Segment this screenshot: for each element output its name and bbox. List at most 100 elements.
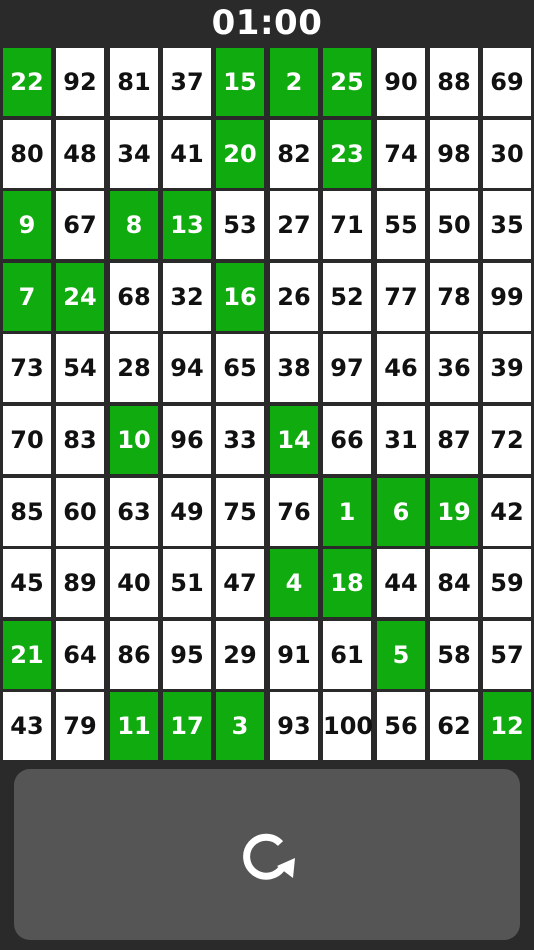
grid-cell[interactable]: 54 (56, 334, 104, 402)
grid-cell[interactable]: 38 (270, 334, 318, 402)
grid-cell-found[interactable]: 16 (216, 263, 264, 331)
grid-cell[interactable]: 40 (110, 549, 158, 617)
grid-cell-found[interactable]: 1 (323, 478, 371, 546)
grid-cell[interactable]: 86 (110, 621, 158, 689)
grid-cell[interactable]: 88 (430, 48, 478, 116)
grid-cell-found[interactable]: 2 (270, 48, 318, 116)
grid-cell-found[interactable]: 5 (377, 621, 425, 689)
grid-cell[interactable]: 87 (430, 406, 478, 474)
grid-cell[interactable]: 73 (3, 334, 51, 402)
grid-cell-found[interactable]: 10 (110, 406, 158, 474)
grid-cell-found[interactable]: 8 (110, 191, 158, 259)
grid-cell-found[interactable]: 17 (163, 692, 211, 760)
grid-cell[interactable]: 60 (56, 478, 104, 546)
grid-cell-found[interactable]: 3 (216, 692, 264, 760)
grid-cell[interactable]: 85 (3, 478, 51, 546)
grid-cell-found[interactable]: 18 (323, 549, 371, 617)
grid-cell-found[interactable]: 12 (483, 692, 531, 760)
grid-cell[interactable]: 51 (163, 549, 211, 617)
grid-cell[interactable]: 53 (216, 191, 264, 259)
grid-cell[interactable]: 26 (270, 263, 318, 331)
grid-cell[interactable]: 58 (430, 621, 478, 689)
grid-cell-found[interactable]: 19 (430, 478, 478, 546)
grid-cell[interactable]: 100 (323, 692, 373, 760)
grid-cell[interactable]: 42 (483, 478, 531, 546)
grid-cell[interactable]: 28 (110, 334, 158, 402)
grid-cell-found[interactable]: 9 (3, 191, 51, 259)
grid-cell[interactable]: 77 (377, 263, 425, 331)
grid-cell[interactable]: 39 (483, 334, 531, 402)
grid-cell-found[interactable]: 21 (3, 621, 51, 689)
grid-cell-found[interactable]: 11 (110, 692, 158, 760)
grid-cell[interactable]: 64 (56, 621, 104, 689)
grid-cell[interactable]: 45 (3, 549, 51, 617)
grid-cell[interactable]: 44 (377, 549, 425, 617)
grid-cell[interactable]: 27 (270, 191, 318, 259)
grid-cell[interactable]: 70 (3, 406, 51, 474)
grid-cell[interactable]: 94 (163, 334, 211, 402)
grid-cell[interactable]: 68 (110, 263, 158, 331)
grid-cell[interactable]: 37 (163, 48, 211, 116)
grid-cell[interactable]: 98 (430, 120, 478, 188)
grid-cell-found[interactable]: 13 (163, 191, 211, 259)
grid-cell[interactable]: 63 (110, 478, 158, 546)
grid-cell[interactable]: 33 (216, 406, 264, 474)
grid-cell-found[interactable]: 15 (216, 48, 264, 116)
grid-cell[interactable]: 69 (483, 48, 531, 116)
grid-cell-found[interactable]: 23 (323, 120, 371, 188)
grid-cell[interactable]: 99 (483, 263, 531, 331)
grid-cell[interactable]: 95 (163, 621, 211, 689)
grid-cell[interactable]: 36 (430, 334, 478, 402)
grid-cell[interactable]: 76 (270, 478, 318, 546)
grid-cell-found[interactable]: 20 (216, 120, 264, 188)
grid-cell[interactable]: 97 (323, 334, 371, 402)
grid-cell[interactable]: 29 (216, 621, 264, 689)
grid-cell[interactable]: 46 (377, 334, 425, 402)
grid-cell[interactable]: 34 (110, 120, 158, 188)
grid-cell-found[interactable]: 4 (270, 549, 318, 617)
grid-cell[interactable]: 43 (3, 692, 51, 760)
grid-cell[interactable]: 78 (430, 263, 478, 331)
grid-cell[interactable]: 32 (163, 263, 211, 331)
grid-cell[interactable]: 80 (3, 120, 51, 188)
grid-cell-found[interactable]: 24 (56, 263, 104, 331)
grid-cell[interactable]: 74 (377, 120, 425, 188)
grid-cell[interactable]: 91 (270, 621, 318, 689)
grid-cell[interactable]: 71 (323, 191, 371, 259)
grid-cell[interactable]: 66 (323, 406, 371, 474)
grid-cell[interactable]: 89 (56, 549, 104, 617)
grid-cell[interactable]: 30 (483, 120, 531, 188)
grid-cell-found[interactable]: 25 (323, 48, 371, 116)
grid-cell[interactable]: 59 (483, 549, 531, 617)
grid-cell[interactable]: 55 (377, 191, 425, 259)
grid-cell[interactable]: 61 (323, 621, 371, 689)
grid-cell[interactable]: 72 (483, 406, 531, 474)
grid-cell[interactable]: 57 (483, 621, 531, 689)
grid-cell[interactable]: 62 (430, 692, 478, 760)
grid-cell[interactable]: 56 (377, 692, 425, 760)
grid-cell[interactable]: 92 (56, 48, 104, 116)
grid-cell[interactable]: 47 (216, 549, 264, 617)
grid-cell-found[interactable]: 7 (3, 263, 51, 331)
grid-cell[interactable]: 52 (323, 263, 371, 331)
grid-cell[interactable]: 65 (216, 334, 264, 402)
grid-cell[interactable]: 48 (56, 120, 104, 188)
refresh-icon[interactable] (235, 828, 297, 884)
grid-cell-found[interactable]: 22 (3, 48, 51, 116)
grid-cell[interactable]: 67 (56, 191, 104, 259)
grid-cell[interactable]: 31 (377, 406, 425, 474)
grid-cell[interactable]: 41 (163, 120, 211, 188)
grid-cell[interactable]: 96 (163, 406, 211, 474)
grid-cell[interactable]: 81 (110, 48, 158, 116)
grid-cell[interactable]: 79 (56, 692, 104, 760)
grid-cell[interactable]: 49 (163, 478, 211, 546)
grid-cell[interactable]: 84 (430, 549, 478, 617)
grid-cell[interactable]: 82 (270, 120, 318, 188)
grid-cell[interactable]: 35 (483, 191, 531, 259)
grid-cell[interactable]: 90 (377, 48, 425, 116)
grid-cell[interactable]: 75 (216, 478, 264, 546)
grid-cell[interactable]: 83 (56, 406, 104, 474)
grid-cell[interactable]: 93 (270, 692, 318, 760)
grid-cell-found[interactable]: 14 (270, 406, 318, 474)
grid-cell-found[interactable]: 6 (377, 478, 425, 546)
